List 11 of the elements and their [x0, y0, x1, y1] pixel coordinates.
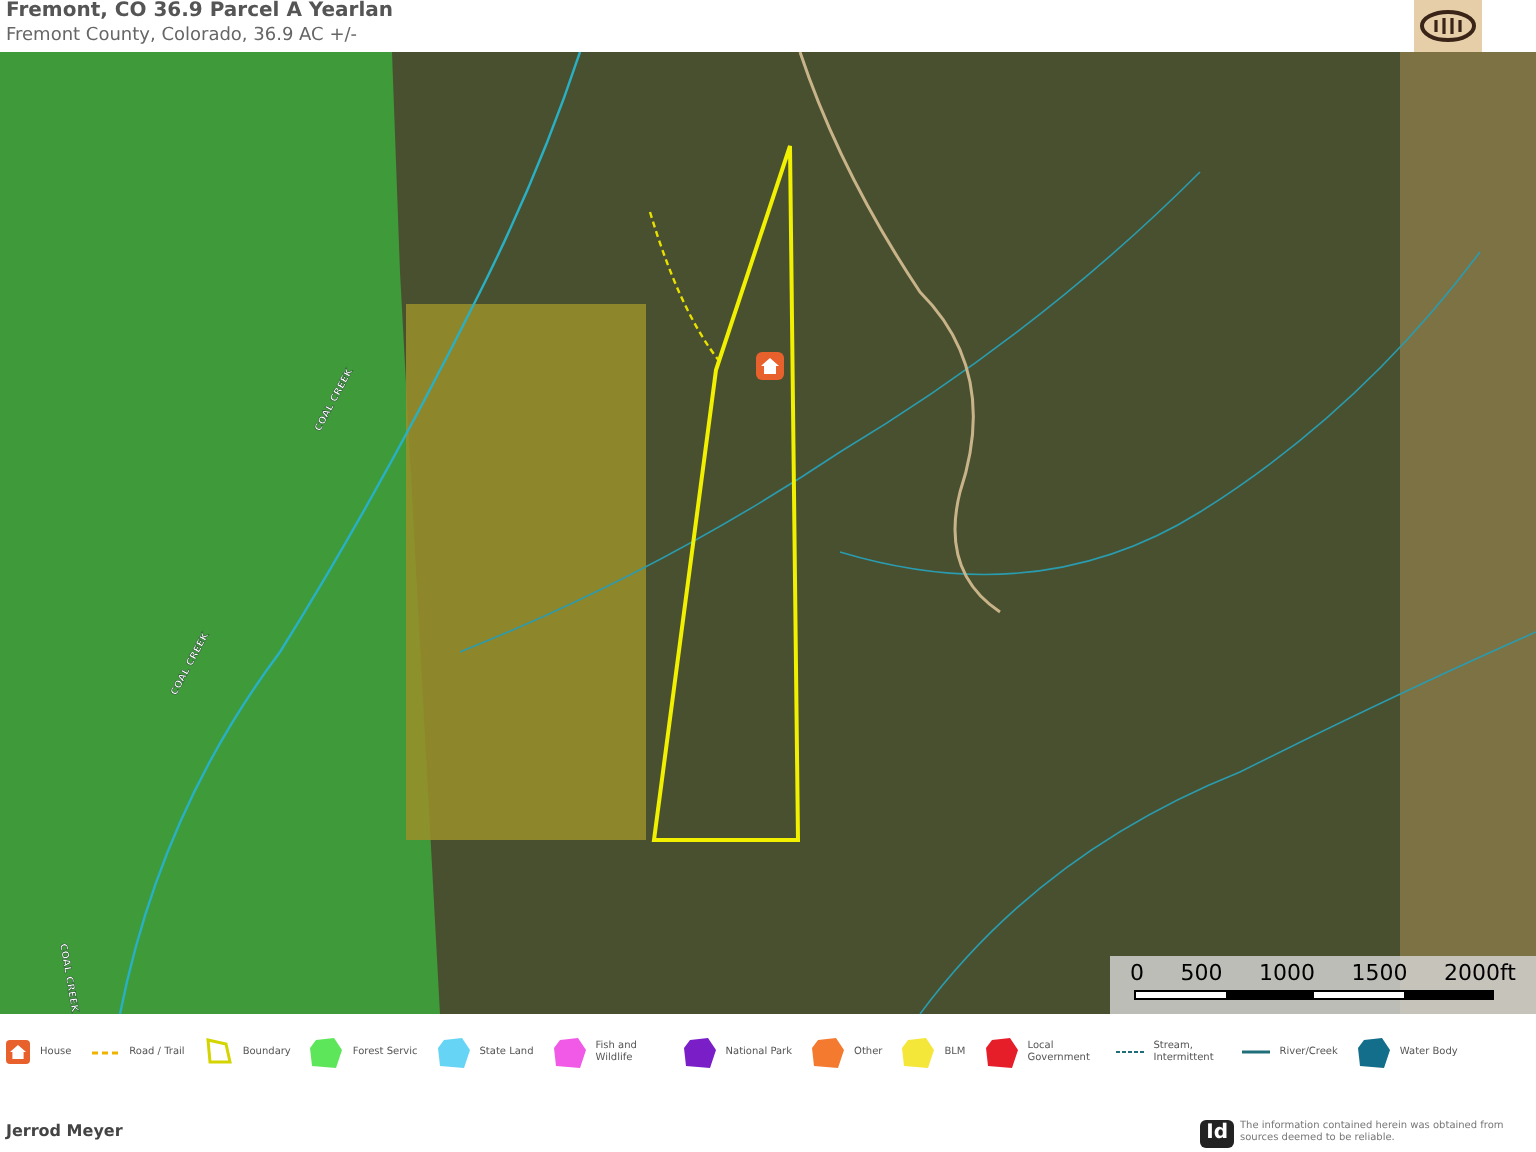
- map-subtitle: Fremont County, Colorado, 36.9 AC +/-: [6, 24, 360, 48]
- map-title: Fremont, CO 36.9 Parcel A Yearlan: [6, 0, 394, 24]
- scale-label: 500: [1180, 962, 1223, 986]
- house-marker-icon: [756, 352, 784, 380]
- brand-logo: Id: [1200, 1120, 1234, 1148]
- scale-label: 2000ft: [1444, 962, 1516, 986]
- scale-label: 1000: [1259, 962, 1315, 986]
- logo-icon: [1414, 0, 1482, 52]
- scale-label: 1500: [1351, 962, 1408, 986]
- scale-label: 0: [1130, 962, 1144, 986]
- agent-name: Jerrod Meyer: [6, 1120, 123, 1144]
